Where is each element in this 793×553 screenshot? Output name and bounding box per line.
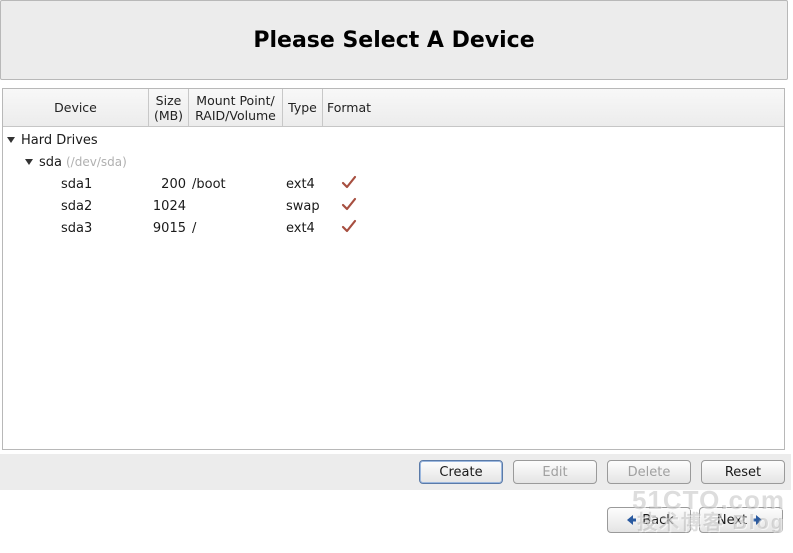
back-button[interactable]: Back: [607, 507, 691, 533]
edit-button: Edit: [513, 460, 597, 484]
partition-tree: Device Size(MB) Mount Point/RAID/Volume …: [2, 88, 785, 450]
part-size: 1024: [149, 199, 189, 214]
create-button[interactable]: Create: [419, 460, 503, 484]
title-panel: Please Select A Device: [0, 0, 788, 80]
disk-devpath: (/dev/sda): [66, 155, 127, 169]
part-size: 200: [149, 177, 189, 192]
part-name: sda1: [61, 177, 92, 192]
col-size[interactable]: Size(MB): [149, 89, 189, 126]
check-icon: [341, 223, 357, 238]
col-format[interactable]: Format: [323, 89, 375, 126]
part-mount: /boot: [189, 177, 283, 192]
part-type: swap: [283, 199, 323, 214]
tree-row-disk[interactable]: sda (/dev/sda): [3, 151, 784, 173]
part-size: 9015: [149, 221, 189, 236]
label-hard-drives: Hard Drives: [21, 133, 98, 148]
expander-icon[interactable]: [5, 134, 17, 146]
part-type: ext4: [283, 177, 323, 192]
arrow-left-icon: [624, 513, 638, 527]
tree-row-root[interactable]: Hard Drives: [3, 129, 784, 151]
part-mount: /: [189, 221, 283, 236]
expander-icon[interactable]: [23, 156, 35, 168]
check-icon: [341, 201, 357, 216]
next-button[interactable]: Next: [699, 507, 783, 533]
col-device[interactable]: Device: [3, 89, 149, 126]
back-label: Back: [642, 513, 674, 528]
action-button-bar: Create Edit Delete Reset: [0, 454, 791, 490]
arrow-right-icon: [751, 513, 765, 527]
part-name: sda3: [61, 221, 92, 236]
delete-button: Delete: [607, 460, 691, 484]
col-type[interactable]: Type: [283, 89, 323, 126]
tree-header: Device Size(MB) Mount Point/RAID/Volume …: [3, 89, 784, 127]
check-icon: [341, 179, 357, 194]
part-type: ext4: [283, 221, 323, 236]
tree-row-partition[interactable]: sda1 200 /boot ext4: [3, 173, 784, 195]
part-name: sda2: [61, 199, 92, 214]
page-title: Please Select A Device: [253, 28, 534, 53]
col-mount[interactable]: Mount Point/RAID/Volume: [189, 89, 283, 126]
reset-button[interactable]: Reset: [701, 460, 785, 484]
tree-row-partition[interactable]: sda2 1024 swap: [3, 195, 784, 217]
nav-button-bar: Back Next: [0, 507, 788, 533]
tree-body: Hard Drives sda (/dev/sda) sda1 200 /boo…: [3, 127, 784, 239]
disk-name: sda: [39, 155, 62, 170]
tree-row-partition[interactable]: sda3 9015 / ext4: [3, 217, 784, 239]
next-label: Next: [717, 513, 747, 528]
